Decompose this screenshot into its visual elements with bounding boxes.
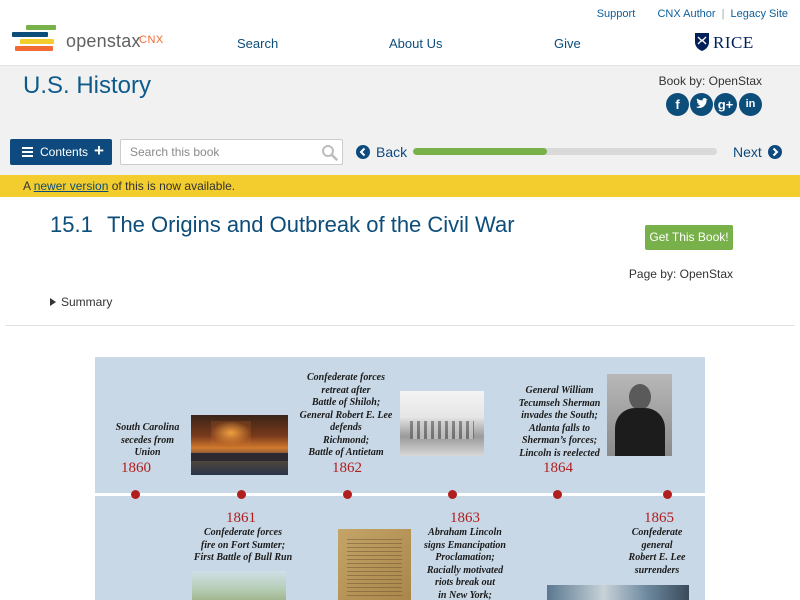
bull-run-painting [192, 571, 286, 600]
newer-version-notice: A newer version of this is now available… [0, 175, 800, 197]
summary-label: Summary [61, 295, 113, 309]
timeline-dot-1865 [663, 490, 672, 499]
get-this-book-button[interactable]: Get This Book! [645, 225, 733, 250]
timeline-event-text: South Carolina secedes from Union [115, 422, 180, 458]
timeline-dot-1864 [553, 490, 562, 499]
google-plus-icon[interactable]: g+ [714, 93, 737, 116]
emancipation-proclamation-document [338, 529, 411, 600]
link-separator: | [721, 8, 725, 20]
rice-wordmark: RICE [713, 33, 754, 52]
plus-icon: + [94, 141, 104, 160]
timeline-year: 1864 [543, 460, 573, 476]
timeline-year: 1861 [226, 510, 256, 526]
summary-toggle[interactable]: Summary [50, 295, 112, 309]
arrow-left-icon [356, 145, 370, 159]
timeline-year: 1865 [644, 510, 674, 526]
utility-links: Support CNX Author | Legacy Site [597, 8, 788, 20]
timeline-event-text: Abraham Lincoln signs Emancipation Proclam… [424, 527, 506, 600]
timeline-dot-1863 [448, 490, 457, 499]
arrow-right-icon [767, 145, 782, 159]
back-button[interactable]: Back [356, 144, 407, 160]
civil-war-timeline-figure: South Carolina secedes from Union 1860 186… [95, 357, 705, 600]
lee-surrender-painting [547, 585, 689, 600]
page-by: Page by: OpenStax [628, 267, 733, 281]
timeline-dot-1860 [131, 490, 140, 499]
cnx-author-link[interactable]: CNX Author [657, 8, 715, 20]
notice-prefix: A [23, 179, 34, 193]
back-label: Back [376, 144, 408, 160]
timeline-dot-1861 [237, 490, 246, 499]
shiloh-battle-engraving [400, 391, 484, 456]
support-link[interactable]: Support [597, 8, 636, 20]
timeline-event-text: Confederate forces fire on Fort Sumter; Fi… [193, 527, 293, 563]
book-search [120, 139, 343, 165]
timeline-year: 1863 [450, 510, 480, 526]
openstax-cnx-logo[interactable]: openstax CNX [12, 25, 172, 57]
content-divider [5, 325, 795, 326]
timeline-event-text: Confederate forces retreat after Battle of… [299, 372, 393, 458]
section-number: 15.1 [50, 212, 93, 237]
book-by: Book by: OpenStax [658, 74, 762, 88]
nav-give[interactable]: Give [554, 36, 581, 51]
contents-button[interactable]: Contents + [10, 139, 112, 165]
legacy-site-link[interactable]: Legacy Site [731, 8, 788, 20]
timeline-event-text: Confederate general Robert E. Lee surrender… [628, 527, 686, 576]
caret-right-icon [50, 298, 56, 306]
timeline-year: 1860 [121, 460, 151, 476]
nav-search[interactable]: Search [237, 36, 278, 51]
contents-label: Contents [40, 145, 89, 159]
linkedin-icon[interactable]: in [739, 93, 762, 116]
logo-cnx-label: CNX [139, 34, 164, 46]
fort-sumter-painting [191, 415, 288, 475]
site-header: openstax CNX Support CNX Author | Legacy… [0, 0, 800, 65]
next-label: Next [733, 144, 762, 160]
reading-progress-fill [413, 148, 547, 155]
timeline-event-text: General William Tecumseh Sherman invades t… [518, 385, 601, 459]
next-button[interactable]: Next [733, 144, 782, 160]
logo-wordmark: openstax [66, 31, 141, 51]
timeline-year: 1862 [332, 460, 362, 476]
notice-suffix: of this is now available. [108, 179, 236, 193]
book-banner: U.S. History Book by: OpenStax f g+ in C… [0, 65, 800, 175]
section-title: The Origins and Outbreak of the Civil Wa… [107, 212, 515, 237]
facebook-icon[interactable]: f [666, 93, 689, 116]
openstax-logo-icon [12, 25, 58, 55]
book-title[interactable]: U.S. History [23, 72, 151, 100]
rice-shield-icon [695, 33, 709, 51]
reading-progress-bar [413, 148, 717, 155]
book-search-input[interactable] [121, 140, 316, 164]
rice-logo[interactable]: RICE [694, 32, 754, 54]
list-icon [22, 147, 33, 157]
timeline-dot-1862 [343, 490, 352, 499]
newer-version-link[interactable]: newer version [34, 179, 109, 193]
sherman-portrait [607, 374, 672, 456]
nav-about-us[interactable]: About Us [389, 36, 442, 51]
timeline-axis [95, 493, 705, 496]
search-icon[interactable] [321, 144, 338, 161]
twitter-icon[interactable] [690, 93, 713, 116]
